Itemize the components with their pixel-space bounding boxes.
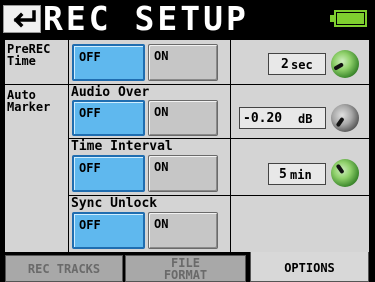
tab-file-format[interactable]: FILE FORMAT: [125, 255, 246, 282]
prerec-on-button[interactable]: ON: [148, 44, 218, 81]
prerec-label-line2: Time: [7, 54, 36, 68]
tab-options[interactable]: OPTIONS: [250, 252, 369, 282]
sync-unlock-label: Sync Unlock: [71, 196, 158, 211]
tab-rec-tracks-label: REC TRACKS: [27, 262, 101, 276]
audio-over-on-button[interactable]: ON: [148, 100, 218, 136]
sync-unlock-on-button[interactable]: ON: [148, 212, 218, 249]
prerec-off-button[interactable]: OFF: [72, 44, 145, 81]
prerec-label-panel: PreREC Time: [5, 40, 68, 84]
audio-over-level-unit: dB: [298, 112, 313, 126]
audio-over-level-value: -0.20: [243, 111, 283, 126]
sync-unlock-empty-panel: [231, 196, 369, 252]
tab-options-label: OPTIONS: [284, 261, 335, 275]
auto-marker-label-line2: Marker: [7, 100, 51, 114]
audio-over-off-button[interactable]: OFF: [72, 100, 145, 136]
prerec-time-knob-icon[interactable]: [331, 50, 359, 78]
back-arrow-icon: [13, 10, 36, 28]
tab-rec-tracks[interactable]: REC TRACKS: [5, 255, 123, 282]
time-interval-value: 5: [279, 167, 287, 182]
audio-over-level-value-box[interactable]: -0.20 dB: [239, 107, 326, 129]
time-interval-on-button[interactable]: ON: [148, 155, 218, 192]
battery-icon: [330, 10, 367, 27]
audio-over-level-knob-icon[interactable]: [331, 104, 359, 132]
sync-unlock-off-button[interactable]: OFF: [72, 212, 145, 249]
time-interval-off-button[interactable]: OFF: [72, 155, 145, 192]
time-interval-unit: min: [290, 168, 312, 182]
prerec-time-unit: sec: [291, 58, 313, 72]
time-interval-knob-icon[interactable]: [331, 159, 359, 187]
tab-file-format-label-line2: FORMAT: [163, 268, 208, 282]
back-button[interactable]: [3, 5, 41, 33]
prerec-time-value: 2: [281, 57, 289, 72]
time-interval-value-box[interactable]: 5 min: [268, 163, 326, 185]
audio-over-label: Audio Over: [71, 85, 150, 100]
time-interval-label: Time Interval: [71, 139, 173, 154]
auto-marker-label-panel: Auto Marker: [5, 85, 68, 252]
page-title: REC SETUP: [43, 0, 249, 38]
prerec-time-value-box[interactable]: 2 sec: [268, 53, 326, 75]
